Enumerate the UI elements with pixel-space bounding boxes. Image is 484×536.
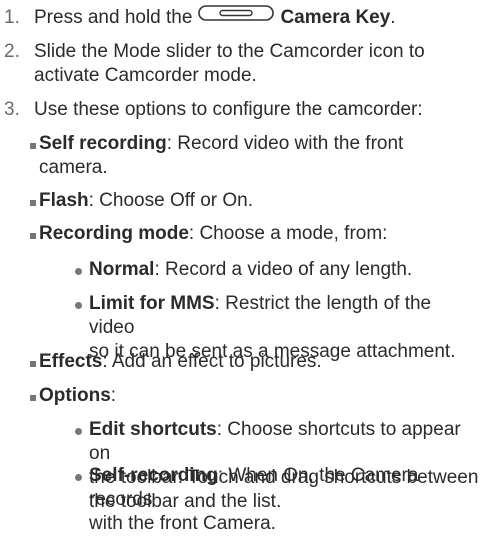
option-label: Self recording bbox=[39, 133, 167, 154]
round-bullet-icon bbox=[75, 428, 82, 435]
square-bullet-icon bbox=[30, 143, 36, 149]
suboption-desc: : Record a video of any length. bbox=[154, 259, 413, 280]
option-desc: : bbox=[110, 385, 117, 406]
camera-key-icon bbox=[198, 4, 275, 28]
suboption-label: Limit for MMS bbox=[89, 293, 215, 314]
step-number: 2. bbox=[4, 41, 20, 62]
round-bullet-icon bbox=[75, 302, 82, 309]
option-desc: : Record video with the front bbox=[166, 133, 404, 154]
step-text: Press and hold the bbox=[34, 7, 193, 29]
option-desc: : Choose a mode, from: bbox=[188, 223, 388, 244]
suboption-label: Edit shortcuts bbox=[89, 419, 217, 440]
square-bullet-icon bbox=[30, 233, 36, 239]
step-number: 1. bbox=[4, 7, 20, 28]
step-text-line: activate Camcorder mode. bbox=[34, 65, 257, 86]
option-label: Recording mode bbox=[39, 223, 189, 244]
suboption-label: Normal bbox=[89, 259, 155, 280]
step-number: 3. bbox=[4, 99, 20, 120]
suboption-label: Self-recording bbox=[89, 465, 218, 486]
option-label: Options bbox=[39, 385, 111, 406]
step-text-line: Slide the Mode slider to the Camcorder i… bbox=[34, 41, 425, 62]
option-desc: : Choose Off or On. bbox=[88, 190, 254, 211]
option-label: Effects bbox=[39, 351, 103, 372]
round-bullet-icon bbox=[75, 268, 82, 275]
round-bullet-icon bbox=[75, 474, 82, 481]
option-label: Flash bbox=[39, 190, 89, 211]
square-bullet-icon bbox=[30, 200, 36, 206]
square-bullet-icon bbox=[30, 361, 36, 367]
step-text: Use these options to configure the camco… bbox=[34, 99, 423, 120]
option-desc-line: camera. bbox=[39, 157, 108, 178]
suboption-desc-line: with the front Camera. bbox=[89, 513, 276, 534]
option-desc: : Add an effect to pictures. bbox=[102, 351, 322, 372]
camera-key-label: Camera Key bbox=[280, 7, 391, 29]
square-bullet-icon bbox=[30, 395, 36, 401]
instructions-page: 1. Press and hold the Camera Key. 2. Slid… bbox=[0, 0, 484, 534]
